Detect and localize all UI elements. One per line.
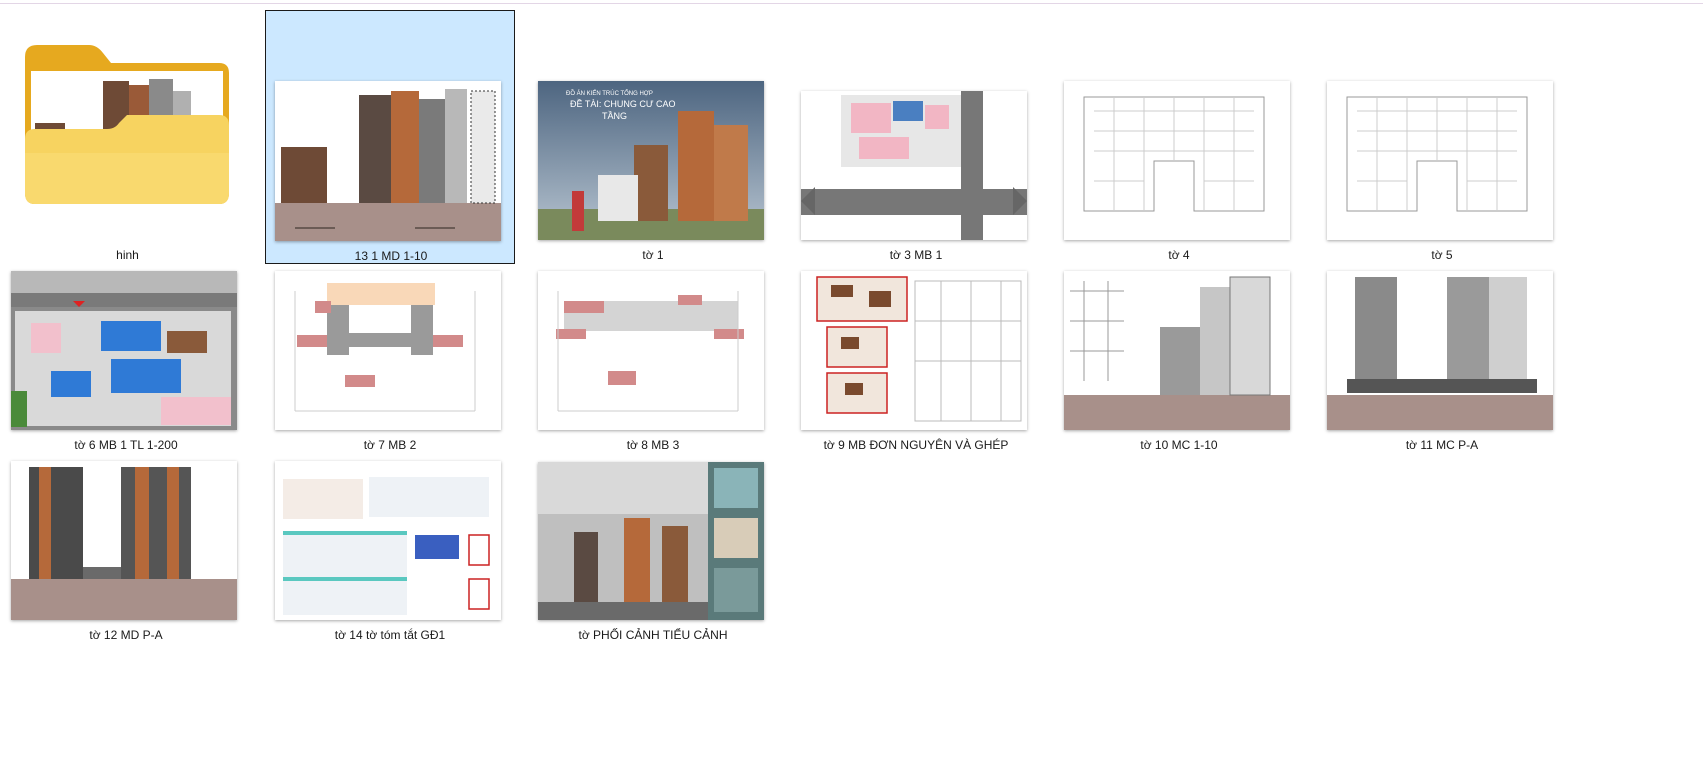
- file-item-to-6-mb-1[interactable]: tờ 6 MB 1 TL 1-200: [1, 264, 251, 454]
- file-item-to-3-mb-1[interactable]: tờ 3 MB 1: [791, 10, 1041, 264]
- file-item-13-1-md-1-10[interactable]: 13 1 MD 1-10: [265, 10, 515, 264]
- file-item-to-8-mb-3[interactable]: tờ 8 MB 3: [528, 264, 778, 454]
- top-divider: [0, 3, 1703, 4]
- file-item-hinh[interactable]: hinh: [10, 10, 245, 264]
- image-thumbnail: [801, 91, 1027, 240]
- cover-title-line1: ĐỒ ÁN KIẾN TRÚC TỔNG HỢP: [566, 91, 653, 97]
- file-item-to-12-md-p-a[interactable]: tờ 12 MD P-A: [1, 454, 251, 644]
- file-item-to-phoi-canh[interactable]: tờ PHỐI CẢNH TIỂU CẢNH: [528, 454, 778, 644]
- file-item-to-5[interactable]: tờ 5: [1317, 10, 1567, 264]
- file-name: tờ 9 MB ĐƠN NGUYÊN VÀ GHÉP: [823, 438, 1009, 452]
- folder-icon: [23, 43, 231, 206]
- image-thumbnail: [275, 461, 501, 620]
- file-name: tờ PHỐI CẢNH TIỂU CẢNH: [578, 628, 728, 642]
- file-name: tờ 10 MC 1-10: [1140, 438, 1218, 452]
- file-name: 13 1 MD 1-10: [354, 249, 428, 263]
- image-thumbnail: [1327, 81, 1553, 240]
- file-item-to-14-tom-tat[interactable]: tờ 14 tờ tóm tắt GĐ1: [265, 454, 515, 644]
- image-thumbnail: ĐỒ ÁN KIẾN TRÚC TỔNG HỢP ĐỀ TÀI: CHUNG C…: [538, 81, 764, 240]
- cover-title-line3: TẦNG: [602, 111, 628, 121]
- file-name: tờ 4: [1168, 248, 1190, 262]
- file-item-to-11-mc-p-a[interactable]: tờ 11 MC P-A: [1317, 264, 1567, 454]
- file-item-to-7-mb-2[interactable]: tờ 7 MB 2: [265, 264, 515, 454]
- file-name: tờ 12 MD P-A: [89, 628, 163, 642]
- file-name: hinh: [116, 248, 139, 262]
- image-thumbnail: [275, 81, 501, 241]
- image-thumbnail: [11, 271, 237, 430]
- file-name: tờ 1: [642, 248, 664, 262]
- file-item-to-4[interactable]: tờ 4: [1054, 10, 1304, 264]
- image-thumbnail: [538, 462, 764, 620]
- file-item-to-1[interactable]: ĐỒ ÁN KIẾN TRÚC TỔNG HỢP ĐỀ TÀI: CHUNG C…: [528, 10, 778, 264]
- file-name: tờ 11 MC P-A: [1405, 438, 1479, 452]
- image-thumbnail: [1327, 271, 1553, 430]
- image-thumbnail: [538, 271, 764, 430]
- file-name: tờ 14 tờ tóm tắt GĐ1: [334, 628, 446, 642]
- image-thumbnail: [1064, 81, 1290, 240]
- image-thumbnail: [11, 461, 237, 620]
- file-item-to-9-mb-don-nguyen[interactable]: tờ 9 MB ĐƠN NGUYÊN VÀ GHÉP: [791, 264, 1041, 454]
- file-name: tờ 7 MB 2: [363, 438, 417, 452]
- cover-title-line2: ĐỀ TÀI: CHUNG CƯ CAO: [570, 99, 676, 109]
- file-name: tờ 8 MB 3: [626, 438, 680, 452]
- image-thumbnail: [801, 271, 1027, 430]
- file-name: tờ 5: [1431, 248, 1453, 262]
- image-thumbnail: [1064, 271, 1290, 430]
- file-name: tờ 3 MB 1: [889, 248, 943, 262]
- file-item-to-10-mc-1-10[interactable]: tờ 10 MC 1-10: [1054, 264, 1304, 454]
- file-name: tờ 6 MB 1 TL 1-200: [74, 438, 178, 452]
- image-thumbnail: [275, 271, 501, 430]
